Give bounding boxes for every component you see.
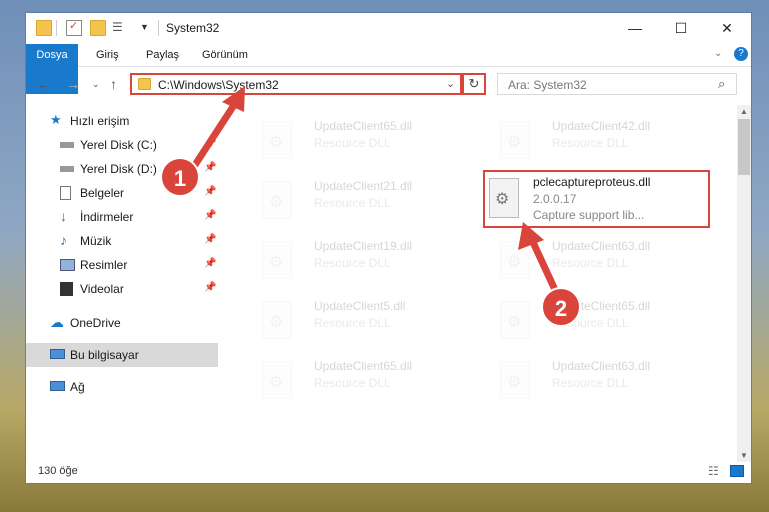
arrow-2-shaft xyxy=(528,236,560,296)
arrow-1-shaft xyxy=(189,98,240,172)
annotation-arrows xyxy=(189,86,560,296)
step-2-badge: 2 xyxy=(541,287,581,327)
step-1-badge: 1 xyxy=(160,157,200,197)
